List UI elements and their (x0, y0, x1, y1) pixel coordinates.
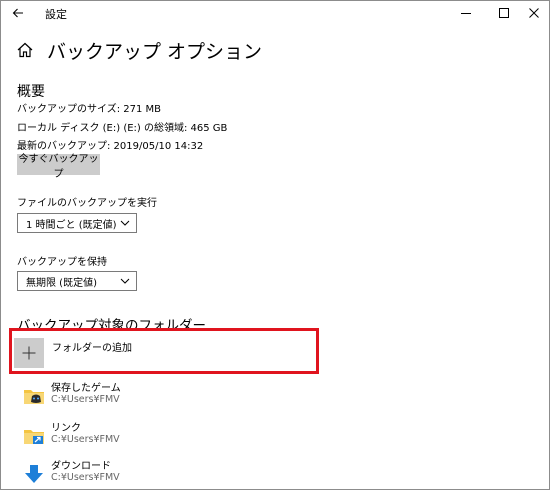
overview-heading: 概要 (17, 84, 45, 100)
run-backup-selected: 1 時間ごと (既定値) (26, 219, 117, 231)
run-backup-dropdown[interactable]: 1 時間ごと (既定値) (17, 213, 137, 233)
page-title: バックアップ オプション (47, 41, 263, 63)
minimize-icon (461, 13, 471, 14)
folder-item-downloads[interactable]: ダウンロード C:¥Users¥FMV (17, 457, 317, 489)
keep-backup-selected: 無期限 (既定値) (26, 277, 97, 289)
links-folder-icon (24, 430, 44, 444)
keep-backup-dropdown[interactable]: 無期限 (既定値) (17, 271, 137, 291)
page-header: バックアップ オプション (16, 37, 416, 63)
folder-name: 保存したゲーム (51, 383, 121, 394)
run-backup-label: ファイルのバックアップを実行 (17, 198, 157, 209)
minimize-button[interactable] (450, 1, 482, 25)
folder-path: C:¥Users¥FMV (51, 394, 120, 405)
folder-path: C:¥Users¥FMV (51, 472, 120, 483)
close-button[interactable] (518, 1, 549, 25)
folder-name: リンク (51, 423, 81, 434)
saved-games-folder-icon (24, 390, 44, 404)
backup-size-text: バックアップのサイズ: 271 MB (17, 104, 162, 115)
plus-icon (22, 346, 36, 360)
close-icon (529, 8, 539, 18)
backup-now-button[interactable]: 今すぐバックアップ (17, 154, 100, 180)
settings-window: 設定 バックアップ オプション 概要 バックアップのサイズ: 271 MB ロー… (0, 0, 550, 490)
folder-item-links[interactable]: リンク C:¥Users¥FMV (17, 419, 317, 455)
window-title: 設定 (45, 8, 67, 21)
folder-name: ダウンロード (51, 461, 111, 472)
keep-backup-label: バックアップを保持 (17, 257, 107, 268)
folder-item-saved-games[interactable]: 保存したゲーム C:¥Users¥FMV (17, 379, 317, 415)
back-button[interactable] (9, 4, 27, 22)
home-icon[interactable] (16, 41, 34, 59)
chevron-down-icon (120, 220, 130, 226)
chevron-down-icon (120, 278, 130, 284)
disk-total-text: ローカル ディスク (E:) (E:) の総領域: 465 GB (17, 123, 228, 134)
add-folder-label[interactable]: フォルダーの追加 (52, 339, 132, 354)
maximize-button[interactable] (488, 1, 520, 25)
folder-path: C:¥Users¥FMV (51, 434, 120, 445)
downloads-folder-icon (25, 465, 43, 483)
back-arrow-icon (12, 8, 23, 18)
maximize-icon (499, 8, 509, 18)
add-folder-button[interactable] (14, 338, 44, 368)
title-bar: 設定 (1, 1, 549, 25)
